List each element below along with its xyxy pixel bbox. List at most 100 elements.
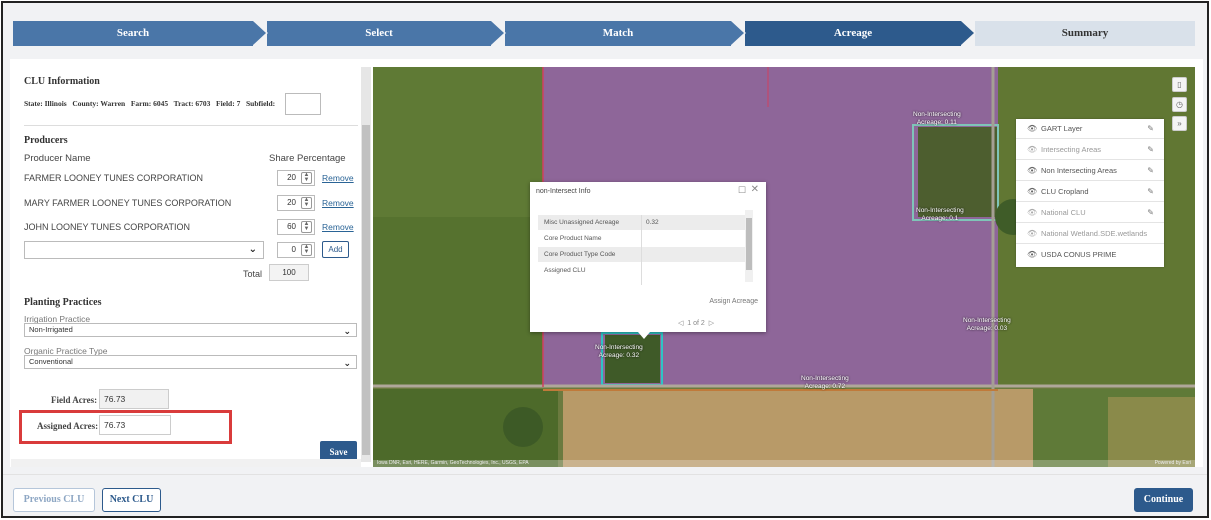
step-select[interactable]: Select [267,20,506,46]
map-acreage-label: Non-Intersecting Acreage: 0.1 [916,207,964,222]
edit-icon[interactable]: ✎ [1147,161,1154,181]
subfield-input[interactable] [285,93,321,115]
map-acreage-label: Non-Intersecting Acreage: 0.03 [963,317,1011,332]
share-percentage-header: Share Percentage [269,153,346,164]
eye-icon[interactable]: 👁 [1027,119,1037,139]
attr-value: 0.32 [646,219,659,226]
popup-pager: ◁ 1 of 2 ▷ [678,320,715,327]
attr-key: Core Product Type Code [544,251,616,258]
layer-item[interactable]: 👁 National CLU ✎ [1016,203,1164,223]
field-acres-value: 76.73 [99,389,169,409]
maximize-icon[interactable]: ☐ [738,185,746,196]
step-search[interactable]: Search [13,20,268,46]
producers-title: Producers [24,135,68,146]
layer-list-panel: 👁 GART Layer ✎ 👁 Intersecting Areas ✎ 👁 Non I… [1016,119,1164,267]
producer-select[interactable]: ⌄ [24,241,264,259]
eye-icon[interactable]: 👁 [1027,140,1037,160]
eye-icon[interactable]: 👁 [1027,224,1037,244]
edit-icon[interactable]: ✎ [1147,203,1154,223]
divider [24,125,358,126]
attr-key: Assigned CLU [544,267,586,274]
step-label: Search [116,27,150,39]
chevron-down-icon: ⌄ [343,358,351,368]
next-clu-button[interactable]: Next CLU [102,488,161,512]
panel-scrollbar[interactable] [361,67,371,462]
layer-item[interactable]: 👁 Non Intersecting Areas ✎ [1016,161,1164,181]
organic-select[interactable]: Conventional ⌄ [24,355,357,369]
assigned-acres-input[interactable]: 76.73 [99,415,171,435]
horizontal-scrollbar[interactable] [11,459,361,467]
producer-name: JOHN LOONEY TUNES CORPORATION [24,222,191,232]
layer-item[interactable]: 👁 National Wetland.SDE.wetlands [1016,224,1164,244]
step-summary[interactable]: Summary [975,21,1195,46]
step-acreage[interactable]: Acreage [745,20,976,46]
edit-icon[interactable]: ✎ [1147,140,1154,160]
popup-title: non-Intersect Info [536,188,591,195]
step-label: Acreage [833,27,873,39]
chevron-left-icon[interactable]: ◁ [678,320,683,327]
remove-producer-link[interactable]: Remove [322,198,354,208]
remove-producer-link[interactable]: Remove [322,173,354,183]
wizard-steps: Search Select Match Acreage Summary [13,20,1195,46]
chevron-right-icon[interactable]: ▷ [709,320,714,327]
app-window: Search Select Match Acreage Summary CLU … [1,1,1209,518]
step-label: Summary [1061,27,1109,39]
new-share-stepper[interactable]: 0 ▲ ▼ [277,242,315,258]
close-icon[interactable]: ✕ [751,184,759,195]
producer-name: FARMER LOONEY TUNES CORPORATION [24,173,204,183]
clu-form-panel: CLU Information State: Illinois County: … [11,67,371,467]
total-label: Total [243,269,263,279]
eye-icon[interactable]: 👁 [1027,203,1037,223]
stepper-arrows-icon[interactable]: ▲ ▼ [301,244,312,256]
edit-icon[interactable]: ✎ [1147,119,1154,139]
bookmark-icon[interactable]: ▯ [1172,77,1187,92]
map-acreage-label: Non-Intersecting Acreage: 0.32 [595,344,643,359]
layer-item[interactable]: 👁 Intersecting Areas ✎ [1016,140,1164,160]
step-match[interactable]: Match [505,20,746,46]
chevron-down-icon: ⌄ [343,326,351,336]
popup-attribute-table: Misc Unassigned Acreage 0.32 Core Produc… [538,215,748,285]
map-acreage-label: Non-Intersecting Acreage: 0.72 [801,375,849,390]
edit-icon[interactable]: ✎ [1147,182,1154,202]
share-stepper[interactable]: 20 ▲ ▼ [277,195,315,211]
clu-info-line: State: Illinois County: Warren Farm: 604… [24,99,276,108]
share-stepper[interactable]: 60 ▲ ▼ [277,219,315,235]
clu-info-title: CLU Information [24,76,100,87]
expand-panel-icon[interactable]: » [1172,116,1187,131]
stepper-arrows-icon[interactable]: ▲ ▼ [301,221,312,233]
producer-name: MARY FARMER LOONEY TUNES CORPORATION [24,198,232,208]
eye-icon[interactable]: 👁 [1027,182,1037,202]
total-value: 100 [269,264,309,281]
stepper-arrows-icon[interactable]: ▲ ▼ [301,172,312,184]
attr-key: Core Product Name [544,235,602,242]
eye-icon[interactable]: 👁 [1027,245,1037,265]
step-label: Match [602,27,634,39]
powered-by-esri: Powered by Esri [1154,460,1191,466]
share-stepper[interactable]: 20 ▲ ▼ [277,170,315,186]
assign-acreage-link[interactable]: Assign Acreage [709,298,758,305]
irrigation-select[interactable]: Non-Irrigated ⌄ [24,323,357,337]
producer-name-header: Producer Name [24,153,91,164]
field-acres-label: Field Acres: [51,395,98,405]
map-attribution: Iowa DNR, Esri, HERE, Garmin, GeoTechnol… [377,460,529,466]
footer-bar: Previous CLU Next CLU Continue [3,474,1207,516]
continue-button[interactable]: Continue [1134,488,1193,512]
popup-scrollbar[interactable] [745,210,753,282]
eye-icon[interactable]: 👁 [1027,161,1037,181]
planting-practices-title: Planting Practices [24,297,102,308]
scrollbar-thumb[interactable] [362,125,370,455]
previous-clu-button[interactable]: Previous CLU [13,488,95,512]
assigned-acres-label: Assigned Acres: [37,421,99,431]
map-attribution-bar: Iowa DNR, Esri, HERE, Garmin, GeoTechnol… [373,460,1195,467]
attr-key: Misc Unassigned Acreage [544,219,620,226]
map-acreage-label: Non-Intersecting Acreage: 0.11 [913,111,961,126]
remove-producer-link[interactable]: Remove [322,222,354,232]
popup-pointer [638,332,650,339]
layer-item[interactable]: 👁 CLU Cropland ✎ [1016,182,1164,202]
stepper-arrows-icon[interactable]: ▲ ▼ [301,197,312,209]
add-producer-button[interactable]: Add [322,241,349,258]
clock-icon[interactable]: ◷ [1172,97,1187,112]
layer-item[interactable]: 👁 USDA CONUS PRIME [1016,245,1164,265]
chevron-down-icon: ⌄ [248,244,257,255]
layer-item[interactable]: 👁 GART Layer ✎ [1016,119,1164,139]
